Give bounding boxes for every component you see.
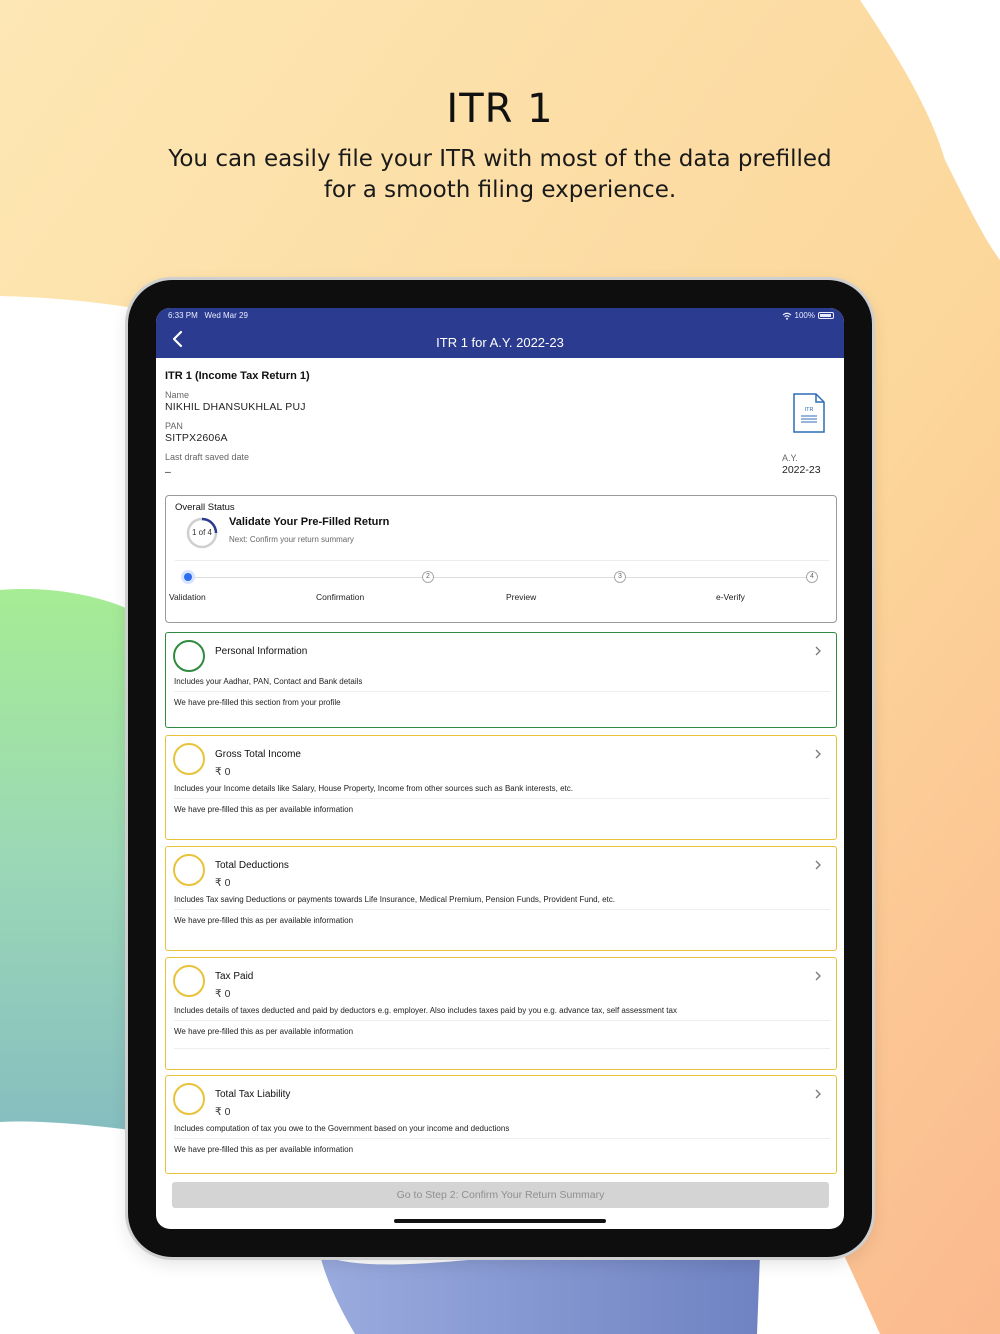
- section-title: Tax Paid: [215, 971, 254, 982]
- stepper-track: [188, 577, 813, 578]
- status-divider: [175, 560, 829, 561]
- status-bar-time: 6:33 PM Wed Mar 29: [168, 311, 248, 320]
- section-description: Includes your Aadhar, PAN, Contact and B…: [174, 677, 363, 686]
- section-description: Includes details of taxes deducted and p…: [174, 1006, 677, 1015]
- section-gross-total-income[interactable]: Gross Total Income ₹ 0 Includes your Inc…: [165, 735, 837, 840]
- step-label-preview: Preview: [506, 592, 537, 602]
- section-description: Includes computation of tax you owe to t…: [174, 1124, 510, 1133]
- section-note: We have pre-filled this as per available…: [174, 805, 354, 814]
- promo-subtitle: You can easily file your ITR with most o…: [168, 146, 832, 203]
- navigation-bar: 6:33 PM Wed Mar 29 100% ITR 1 for A.Y. 2…: [156, 308, 844, 358]
- wifi-icon: [782, 312, 791, 320]
- section-status-ring: [173, 640, 205, 672]
- chevron-right-icon: [815, 860, 821, 870]
- name-value: NIKHIL DHANSUKHLAL PUJ: [165, 401, 306, 413]
- step-dot-everify: 4: [806, 571, 818, 583]
- draft-date-label: Last draft saved date: [165, 452, 250, 462]
- section-note: We have pre-filled this as per available…: [174, 1027, 354, 1036]
- section-description: Includes your Income details like Salary…: [174, 784, 573, 793]
- chevron-right-icon: [815, 1089, 821, 1099]
- section-divider: [174, 798, 830, 799]
- pan-label: PAN: [165, 421, 183, 431]
- overall-status-card: Overall Status 1 of 4 Validate Your Pre-…: [165, 495, 837, 623]
- step-dot-validation: [181, 570, 195, 584]
- name-label: Name: [165, 390, 190, 400]
- section-title: Total Tax Liability: [215, 1089, 291, 1100]
- section-total-deductions[interactable]: Total Deductions ₹ 0 Includes Tax saving…: [165, 846, 837, 951]
- chevron-right-icon: [815, 646, 821, 656]
- section-tax-paid[interactable]: Tax Paid ₹ 0 Includes details of taxes d…: [165, 957, 837, 1070]
- home-indicator: [394, 1219, 606, 1223]
- section-amount: ₹ 0: [215, 766, 231, 778]
- step-dot-confirmation: 2: [422, 571, 434, 583]
- section-title: Personal Information: [215, 646, 308, 657]
- validate-next-step: Next: Confirm your return summary: [229, 535, 354, 544]
- section-note: We have pre-filled this as per available…: [174, 916, 354, 925]
- battery-percent: 100%: [794, 311, 815, 320]
- pan-value: SITPX2606A: [165, 432, 228, 444]
- section-divider: [174, 909, 830, 910]
- section-status-ring: [173, 965, 205, 997]
- tablet-frame: 6:33 PM Wed Mar 29 100% ITR 1 for A.Y. 2…: [128, 280, 872, 1257]
- overall-status-label: Overall Status: [175, 502, 235, 513]
- itr-document-icon: ITR: [793, 393, 825, 433]
- section-amount: ₹ 0: [215, 1106, 231, 1118]
- nav-title: ITR 1 for A.Y. 2022-23: [436, 335, 564, 350]
- draft-date-value: –: [165, 466, 172, 478]
- validate-title: Validate Your Pre-Filled Return: [229, 516, 390, 528]
- chevron-right-icon: [815, 749, 821, 759]
- section-amount: ₹ 0: [215, 988, 231, 1000]
- ay-value: 2022-23: [782, 464, 821, 476]
- app-screen: 6:33 PM Wed Mar 29 100% ITR 1 for A.Y. 2…: [156, 308, 844, 1229]
- section-divider: [174, 691, 830, 692]
- progress-text: 1 of 4: [191, 528, 212, 537]
- ay-label: A.Y.: [782, 453, 798, 463]
- step-dot-preview: 3: [614, 571, 626, 583]
- section-title: Total Deductions: [215, 860, 289, 871]
- section-note: We have pre-filled this as per available…: [174, 1145, 354, 1154]
- chevron-right-icon: [815, 971, 821, 981]
- step-label-validation: Validation: [169, 592, 206, 602]
- promo-title: ITR 1: [446, 86, 554, 132]
- go-to-step-2-button[interactable]: Go to Step 2: Confirm Your Return Summar…: [172, 1182, 829, 1208]
- step-label-everify: e-Verify: [716, 592, 745, 602]
- section-status-ring: [173, 743, 205, 775]
- section-title: Gross Total Income: [215, 749, 301, 760]
- status-bar-indicators: 100%: [782, 311, 834, 320]
- section-personal-information[interactable]: Personal Information Includes your Aadha…: [165, 632, 837, 728]
- section-divider: [174, 1048, 830, 1049]
- battery-icon: [818, 312, 834, 319]
- section-note: We have pre-filled this section from you…: [174, 698, 341, 707]
- section-description: Includes Tax saving Deductions or paymen…: [174, 895, 615, 904]
- section-amount: ₹ 0: [215, 877, 231, 889]
- itr-heading: ITR 1 (Income Tax Return 1): [165, 370, 310, 382]
- section-divider: [174, 1020, 830, 1021]
- doc-icon-text: ITR: [805, 407, 814, 413]
- section-divider: [174, 1138, 830, 1139]
- section-status-ring: [173, 1083, 205, 1115]
- section-total-tax-liability[interactable]: Total Tax Liability ₹ 0 Includes computa…: [165, 1075, 837, 1174]
- section-status-ring: [173, 854, 205, 886]
- step-label-confirmation: Confirmation: [316, 592, 365, 602]
